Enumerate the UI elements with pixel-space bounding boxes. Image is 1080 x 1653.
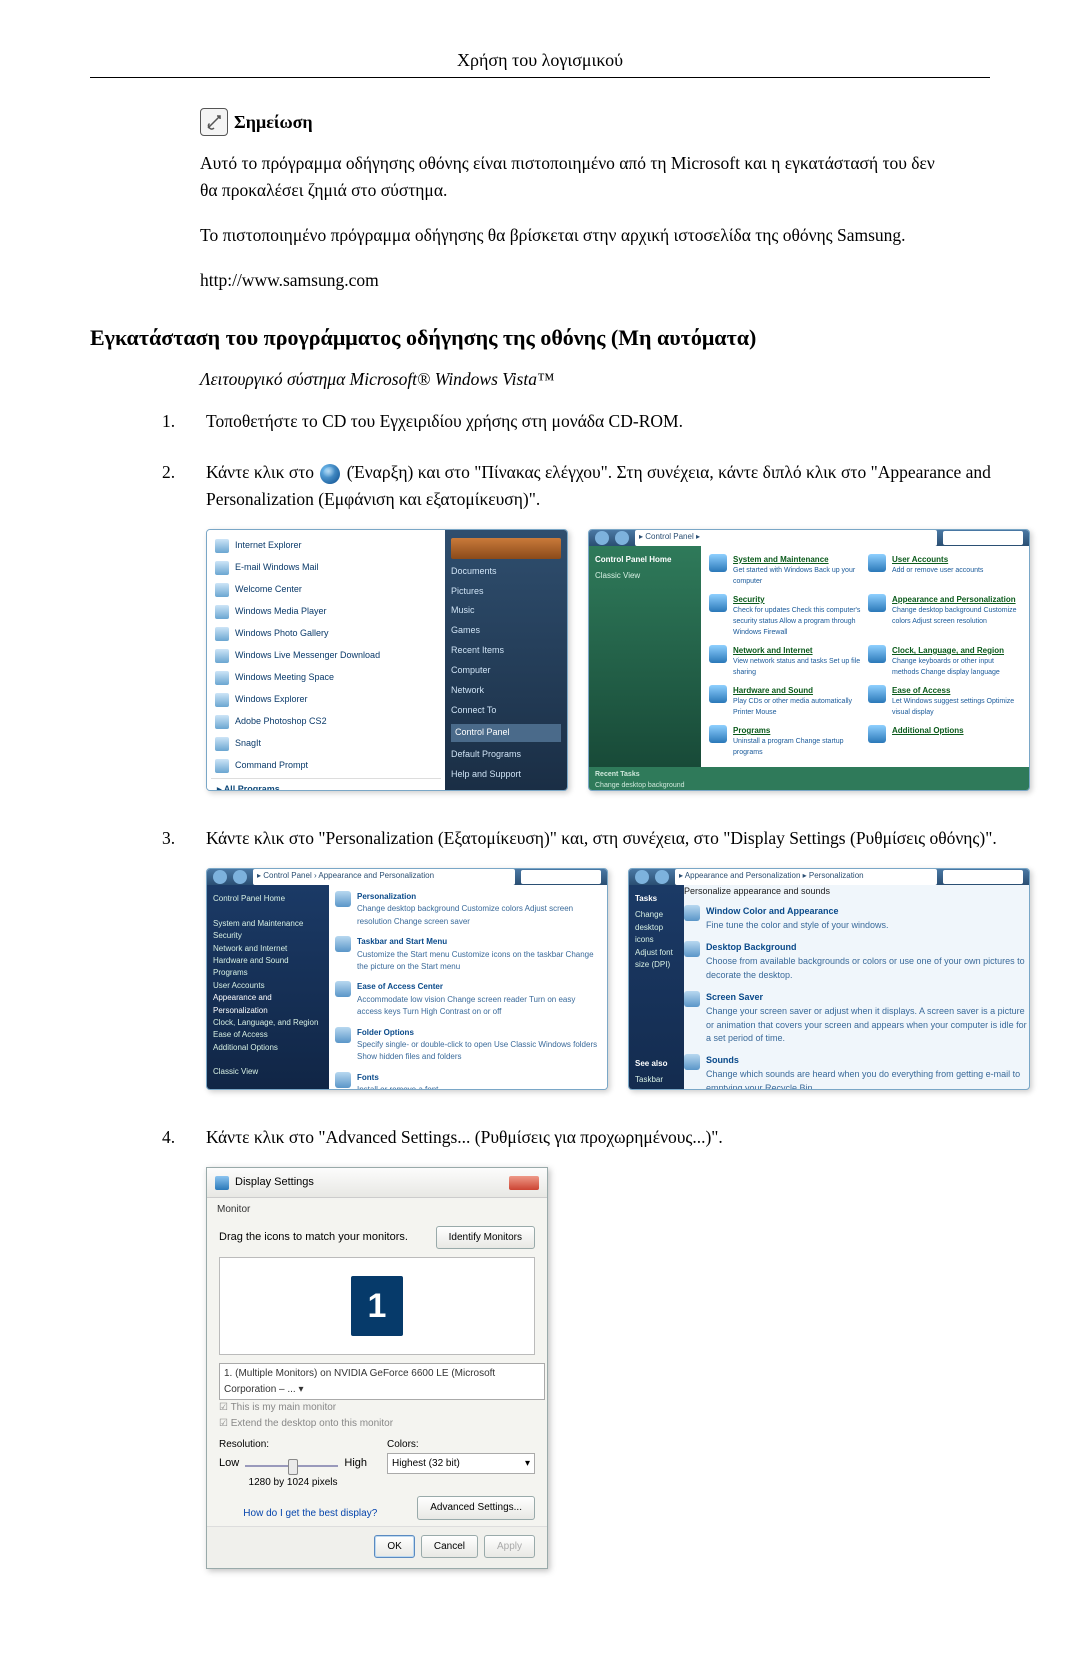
step-3: 3. Κάντε κλικ στο "Personalization (Εξατ… [162,825,950,1100]
step-4-number: 4. [162,1124,182,1569]
monitor-preview[interactable]: 1 [219,1257,535,1355]
note-paragraph-2: Το πιστοποιημένο πρόγραμμα οδήγησης θα β… [200,222,950,249]
step-3-number: 3. [162,825,182,1100]
monitor-icon: 1 [351,1276,403,1336]
screenshot-control-panel: ▸ Control Panel ▸ Control Panel Home Cla… [588,529,1030,791]
resolution-slider[interactable] [245,1457,338,1475]
tab-monitor[interactable]: Monitor [207,1198,547,1218]
colors-label: Colors: [387,1437,535,1453]
colors-select[interactable]: Highest (32 bit)▾ [387,1453,535,1475]
screenshot-appearance-personalization: ▸ Control Panel › Appearance and Persona… [206,868,608,1090]
step-2-text-a: Κάντε κλικ στο [206,462,318,482]
note-heading: Σημείωση [200,108,950,136]
monitor-select[interactable]: 1. (Multiple Monitors) on NVIDIA GeForce… [219,1363,545,1400]
drag-monitors-label: Drag the icons to match your monitors. [219,1229,408,1246]
note-title-text: Σημείωση [234,112,313,133]
step-1-text: Τοποθετήστε το CD του Εγχειριδίου χρήσης… [206,411,683,431]
step-2: 2. Κάντε κλικ στο (Έναρξη) και στο "Πίνα… [162,459,950,801]
cancel-button[interactable]: Cancel [421,1535,478,1559]
identify-monitors-button[interactable]: Identify Monitors [436,1226,535,1250]
resolution-label: Resolution: [219,1437,367,1453]
screenshot-personalization: ▸ Appearance and Personalization ▸ Perso… [628,868,1030,1090]
resolution-value: 1280 by 1024 pixels [219,1475,367,1491]
screenshot-display-settings: Display Settings Monitor Drag the icons … [206,1167,548,1569]
step-1-number: 1. [162,408,182,435]
section-subtitle: Λειτουργικό σύστημα Microsoft® Windows V… [200,369,990,390]
display-settings-title: Display Settings [235,1174,314,1191]
step-4: 4. Κάντε κλικ στο "Advanced Settings... … [162,1124,950,1569]
step-2-number: 2. [162,459,182,801]
best-display-help-link[interactable]: How do I get the best display? [243,1506,377,1522]
section-heading: Εγκατάσταση του προγράμματος οδήγησης τη… [90,325,990,351]
advanced-settings-button[interactable]: Advanced Settings... [417,1496,535,1520]
resolution-high: High [344,1455,367,1472]
extend-desktop-checkbox[interactable]: ☑ Extend the desktop onto this monitor [219,1416,535,1432]
apply-button[interactable]: Apply [484,1535,535,1559]
note-icon [200,108,228,136]
step-3-text: Κάντε κλικ στο "Personalization (Εξατομί… [206,828,997,848]
start-orb-icon [320,464,340,484]
step-4-text: Κάντε κλικ στο "Advanced Settings... (Ρυ… [206,1127,723,1147]
display-settings-icon [215,1176,229,1190]
main-monitor-checkbox[interactable]: ☑ This is my main monitor [219,1400,535,1416]
close-icon[interactable] [509,1176,539,1190]
page-header: Χρήση του λογισμικού [90,50,990,78]
step-1: 1. Τοποθετήστε το CD του Εγχειριδίου χρή… [162,408,950,435]
resolution-low: Low [219,1455,239,1472]
note-paragraph-1: Αυτό το πρόγραμμα οδήγησης οθόνης είναι … [200,150,950,204]
screenshot-start-menu: Internet Explorer E-mail Windows Mail We… [206,529,568,791]
ok-button[interactable]: OK [374,1535,414,1559]
note-url: http://www.samsung.com [200,267,950,294]
